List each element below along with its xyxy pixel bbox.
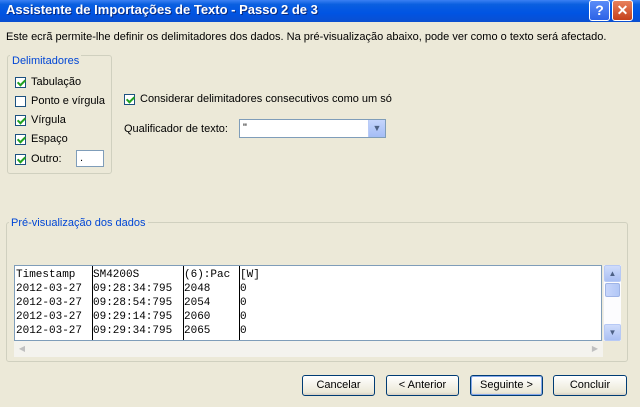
preview-legend: Pré-visualização dos dados (9, 217, 148, 229)
other-delimiter-input[interactable]: . (76, 150, 104, 167)
text-qualifier-value: " (243, 122, 247, 134)
checkbox-semicolon-label: Ponto e vírgula (31, 95, 105, 107)
table-cell: 0 (240, 297, 247, 309)
checkbox-tab-box[interactable] (15, 76, 26, 88)
table-cell: SM4200S (93, 269, 140, 281)
text-qualifier-label: Qualificador de texto: (124, 123, 228, 135)
checkbox-comma-label: Vírgula (31, 114, 66, 126)
checkbox-semicolon-box[interactable] (15, 95, 26, 107)
checkbox-consecutive-box[interactable] (124, 93, 135, 105)
checkbox-space-label: Espaço (31, 133, 68, 145)
table-cell: (6):Pac (184, 269, 231, 281)
checkbox-consecutive[interactable]: Considerar delimitadores consecutivos co… (124, 92, 392, 106)
scroll-up-icon[interactable]: ▲ (604, 265, 621, 282)
close-button[interactable]: ✕ (612, 0, 633, 21)
table-cell: 09:29:34:795 (93, 325, 173, 337)
table-cell: 0 (240, 311, 247, 323)
help-button[interactable]: ? (589, 0, 610, 21)
title-bar: Assistente de Importações de Texto - Pas… (0, 0, 640, 22)
table-cell: 2012-03-27 (16, 311, 83, 323)
data-preview-grid[interactable]: Timestamp SM4200S (6):Pac [W] 2012-03-27… (14, 265, 602, 341)
checkbox-semicolon[interactable]: Ponto e vírgula (15, 94, 105, 108)
chevron-down-icon[interactable]: ▼ (368, 120, 385, 137)
checkbox-tab[interactable]: Tabulação (15, 75, 81, 89)
back-button[interactable]: < Anterior (386, 375, 459, 396)
table-cell: 09:29:14:795 (93, 311, 173, 323)
cancel-button[interactable]: Cancelar (302, 375, 375, 396)
checkbox-other[interactable]: Outro: (15, 152, 62, 166)
table-cell: 2054 (184, 297, 211, 309)
table-cell: 2012-03-27 (16, 283, 83, 295)
table-cell: 2012-03-27 (16, 325, 83, 337)
step-description: Este ecrã permite-lhe definir os delimit… (6, 31, 607, 43)
scroll-down-icon[interactable]: ▼ (604, 324, 621, 341)
checkbox-other-label: Outro: (31, 153, 62, 165)
scroll-left-icon[interactable]: ◀ (14, 341, 30, 357)
checkbox-tab-label: Tabulação (31, 76, 82, 88)
horizontal-scrollbar[interactable]: ◀ ▶ (14, 341, 603, 357)
checkbox-comma[interactable]: Vírgula (15, 113, 66, 127)
table-cell: 09:28:54:795 (93, 297, 173, 309)
delimiters-legend: Delimitadores (10, 55, 82, 67)
table-cell: 2048 (184, 283, 211, 295)
table-cell: [W] (240, 269, 260, 281)
window-title: Assistente de Importações de Texto - Pas… (6, 2, 318, 17)
next-button[interactable]: Seguinte > (470, 375, 543, 396)
text-qualifier-select[interactable]: " ▼ (239, 119, 386, 138)
table-cell: 2012-03-27 (16, 297, 83, 309)
scroll-right-icon[interactable]: ▶ (587, 341, 603, 357)
finish-button[interactable]: Concluir (553, 375, 627, 396)
table-cell: 2060 (184, 311, 211, 323)
table-cell: 0 (240, 283, 247, 295)
checkbox-comma-box[interactable] (15, 114, 26, 126)
scroll-thumb[interactable] (605, 283, 620, 297)
table-cell: 09:28:34:795 (93, 283, 173, 295)
checkbox-consecutive-label: Considerar delimitadores consecutivos co… (140, 93, 392, 105)
vertical-scrollbar[interactable]: ▲ ▼ (603, 265, 621, 341)
checkbox-other-box[interactable] (15, 153, 26, 165)
table-cell: 2065 (184, 325, 211, 337)
table-cell: 0 (240, 325, 247, 337)
table-cell: Timestamp (16, 269, 76, 281)
checkbox-space[interactable]: Espaço (15, 132, 68, 146)
checkbox-space-box[interactable] (15, 133, 26, 145)
